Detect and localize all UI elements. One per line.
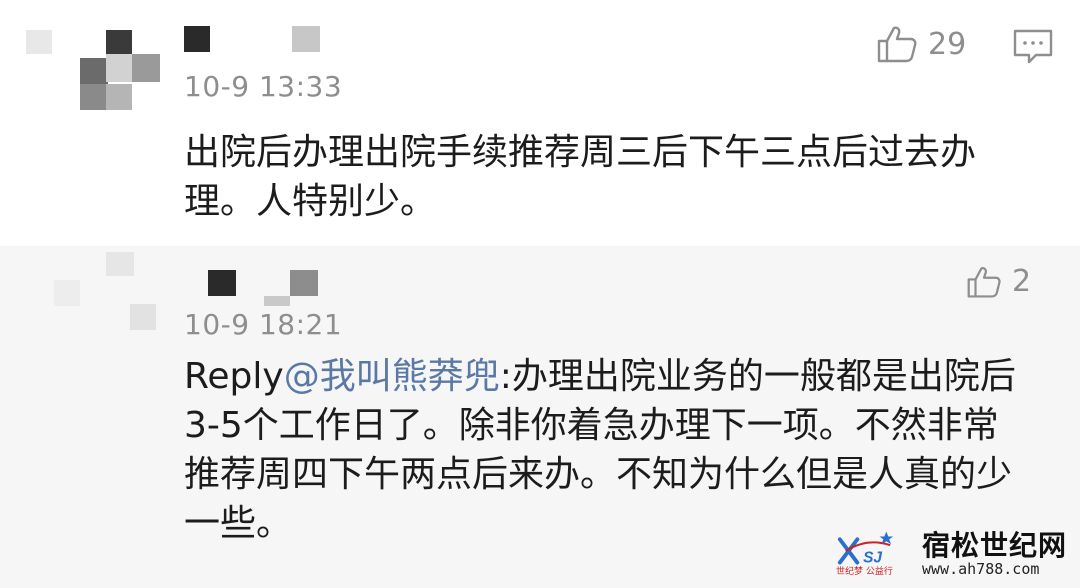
username[interactable] [184, 26, 324, 54]
thumbs-up-icon [877, 26, 917, 63]
content-line: 出院后办理出院手续推荐周三后下午三点后过去办 [184, 132, 977, 173]
reply-button[interactable] [1012, 28, 1054, 70]
content-line: Reply@我叫熊莽兜:办理出院业务的一般都是出院后 [184, 352, 1016, 401]
mention-link[interactable]: @我叫熊莽兜 [284, 356, 500, 397]
comment-icon [1013, 29, 1053, 64]
pixelated-avatar-icon [106, 252, 134, 276]
content-line: 3-5个工作日了。除非你着急办理下一项。不然非常 [184, 405, 999, 446]
comment-content: Reply@我叫熊莽兜:办理出院业务的一般都是出院后 3-5个工作日了。除非你着… [184, 352, 1016, 548]
thumbs-up-icon [967, 266, 1001, 298]
watermark: SJ 世纪梦 公益行 宿松世纪网 www.ah788.com [836, 520, 1074, 582]
comment-time: 10-9 13:33 [184, 70, 343, 103]
like-button[interactable]: 2 [966, 264, 1031, 299]
watermark-tagline: 世纪梦 公益行 [836, 567, 893, 577]
avatar[interactable] [22, 26, 162, 112]
like-button[interactable]: 29 [876, 24, 966, 64]
like-count: 2 [1012, 264, 1032, 299]
comment-content: 出院后办理出院手续推荐周三后下午三点后过去办 理。人特别少。 [184, 128, 976, 226]
content-line: 理。人特别少。 [184, 181, 437, 222]
pixelated-avatar-icon [26, 30, 52, 54]
watermark-site-name: 宿松世纪网 [922, 529, 1068, 562]
reply-prefix: Reply [184, 356, 284, 397]
comment-time: 10-9 18:21 [184, 308, 343, 341]
content-line: 推荐周四下午两点后来办。不知为什么但是人真的少 [184, 454, 1013, 495]
avatar[interactable] [50, 252, 170, 332]
username[interactable] [208, 270, 328, 306]
like-count: 29 [928, 26, 967, 62]
watermark-url: www.ah788.com [922, 560, 1040, 578]
comment-item: 10-9 13:33 29 出院后办理出院手续推荐周三后下午三点后过去办 理。人… [0, 0, 1080, 246]
content-text: :办理出院业务的一般都是出院后 [499, 356, 1016, 397]
